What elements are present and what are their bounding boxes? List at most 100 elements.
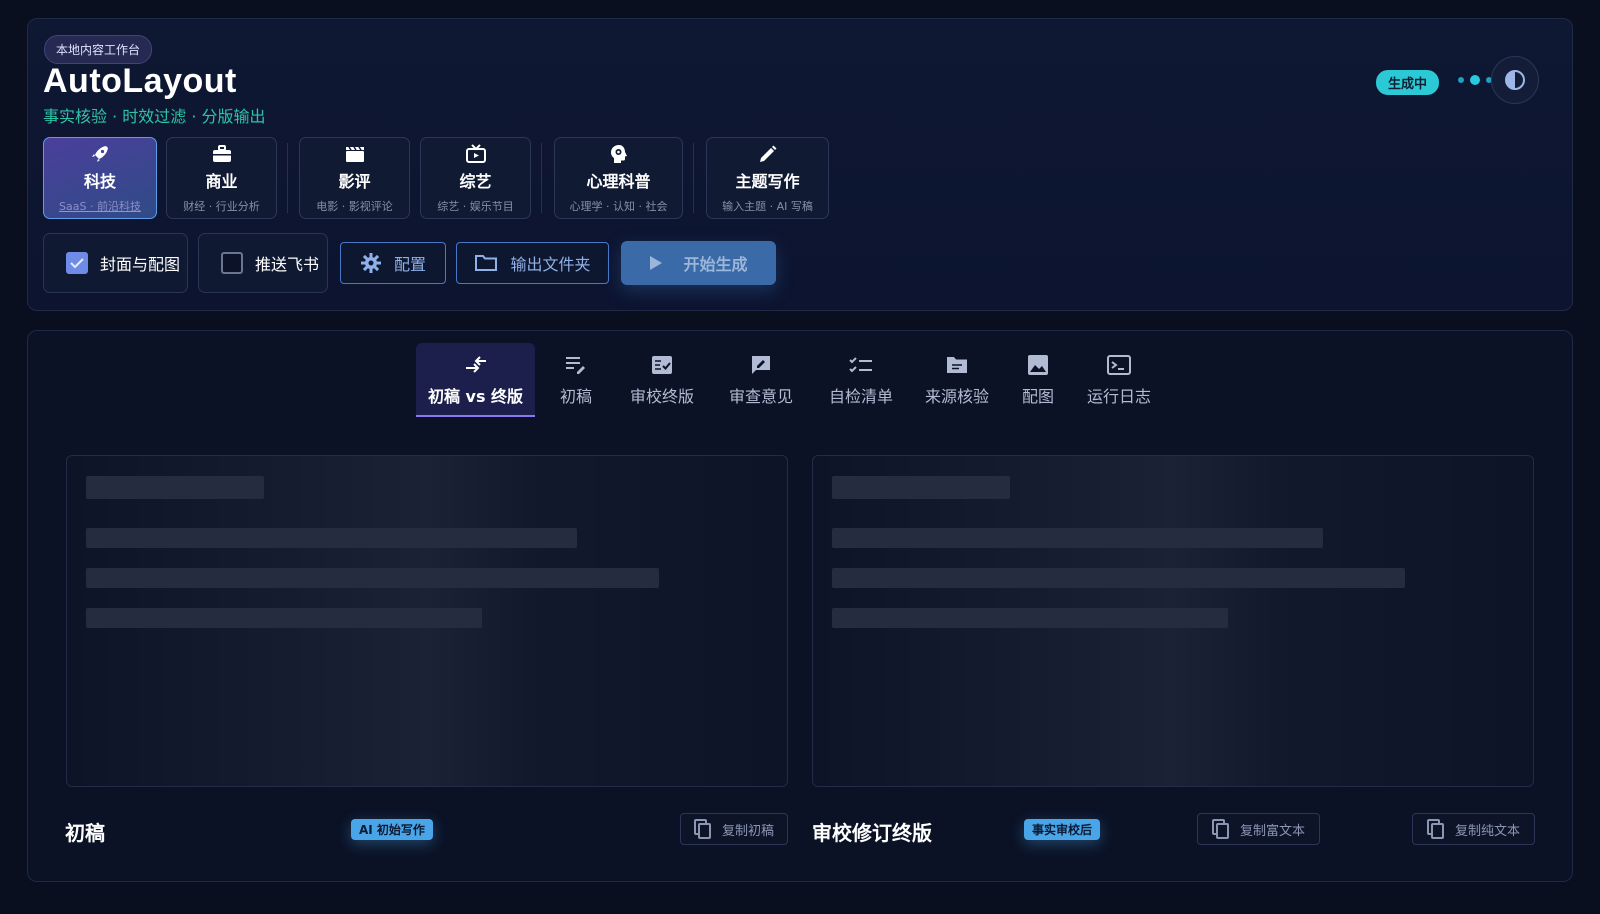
copy-label: 复制富文本 [1239, 823, 1305, 839]
skeleton-line [832, 608, 1228, 628]
control-panel: 本地内容工作台 AutoLayout 事实核验 · 时效过滤 · 分版输出 生成… [27, 18, 1573, 311]
folder-icon [945, 353, 969, 377]
content-panel: 初稿 vs 终版 初稿 审校终版 审查意见 自检清单 来源核验 配图 运行日志 … [27, 330, 1573, 882]
start-label: 开始生成 [683, 255, 748, 274]
tab-source-verify[interactable]: 来源核验 [912, 343, 1002, 417]
final-title: 审校修订终版 [812, 821, 932, 845]
app-title: AutoLayout [43, 62, 237, 100]
category-film[interactable]: 影评 电影 · 影视评论 [299, 137, 410, 219]
config-button[interactable]: 配置 [340, 242, 446, 284]
draft-title: 初稿 [65, 821, 105, 845]
category-name: 科技 [83, 171, 116, 191]
gear-icon [360, 253, 381, 273]
divider [693, 143, 694, 213]
category-desc: SaaS · 前沿科技 [59, 199, 141, 213]
tab-label: 审查意见 [728, 387, 793, 406]
tab-self-check[interactable]: 自检清单 [816, 343, 906, 417]
config-label: 配置 [393, 255, 426, 274]
category-topic-writing[interactable]: 主题写作 输入主题 · AI 写稿 [706, 137, 829, 219]
tab-run-log[interactable]: 运行日志 [1076, 343, 1162, 417]
final-preview-loading [812, 455, 1534, 787]
category-desc: 心理学 · 认知 · 社会 [569, 199, 668, 213]
start-generate-button[interactable]: 开始生成 [621, 241, 776, 285]
output-folder-button[interactable]: 输出文件夹 [456, 242, 609, 284]
app-subtitle: 事实核验 · 时效过滤 · 分版输出 [43, 107, 266, 126]
category-desc: 财经 · 行业分析 [183, 199, 260, 213]
tab-images[interactable]: 配图 [1008, 343, 1068, 417]
copy-draft-button[interactable]: 复制初稿 [680, 813, 788, 845]
copy-rich-text-button[interactable]: 复制富文本 [1197, 813, 1320, 845]
copy-plain-text-button[interactable]: 复制纯文本 [1412, 813, 1535, 845]
skeleton-line [86, 476, 264, 499]
output-folder-label: 输出文件夹 [510, 255, 591, 274]
comment-pen-icon [750, 353, 772, 377]
compare-arrows-icon [464, 353, 488, 377]
checkbox-unchecked[interactable] [221, 252, 243, 274]
tab-label: 初稿 vs 终版 [427, 387, 524, 406]
skeleton-line [86, 608, 482, 628]
clapperboard-icon [345, 143, 365, 165]
draft-preview-loading [66, 455, 788, 787]
checklist-icon [849, 353, 873, 377]
tab-label: 初稿 [559, 387, 592, 406]
cover-images-checkbox[interactable]: 封面与配图 [43, 233, 188, 293]
folder-icon [475, 255, 498, 271]
skeleton-line [832, 528, 1323, 548]
checkbox-checked[interactable] [66, 252, 88, 274]
tab-label: 运行日志 [1086, 387, 1151, 406]
image-icon [1027, 353, 1049, 377]
tv-icon [465, 143, 487, 165]
skeleton-line [86, 568, 659, 588]
category-desc: 综艺 · 娱乐节目 [437, 199, 514, 213]
tab-review-comments[interactable]: 审查意见 [713, 343, 809, 417]
copy-label: 复制纯文本 [1454, 823, 1520, 839]
category-name: 影评 [338, 171, 371, 191]
copy-icon [1426, 819, 1444, 839]
category-name: 综艺 [459, 171, 492, 191]
loading-dot [1470, 75, 1480, 85]
skeleton-line [86, 528, 577, 548]
category-psychology[interactable]: 心理科普 心理学 · 认知 · 社会 [554, 137, 683, 219]
loading-dots [1458, 75, 1492, 85]
copy-label: 复制初稿 [721, 823, 774, 839]
checkbox-label: 推送飞书 [255, 255, 320, 274]
play-icon [650, 256, 663, 270]
rocket-icon [90, 143, 110, 165]
category-business[interactable]: 商业 财经 · 行业分析 [166, 137, 277, 219]
checked-doc-icon [651, 353, 673, 377]
status-badge: 生成中 [1376, 70, 1440, 95]
checkbox-label: 封面与配图 [100, 255, 181, 274]
theme-toggle-button[interactable] [1491, 56, 1539, 104]
feishu-push-checkbox[interactable]: 推送飞书 [198, 233, 328, 293]
contrast-icon [1505, 70, 1525, 90]
draft-edit-icon [565, 353, 587, 377]
skeleton-line [832, 568, 1405, 588]
workspace-badge: 本地内容工作台 [44, 35, 153, 64]
skeleton-line [832, 476, 1010, 499]
copy-icon [1211, 819, 1229, 839]
category-name: 商业 [205, 171, 238, 191]
category-name: 主题写作 [735, 171, 800, 191]
draft-tag: AI 初始写作 [351, 819, 433, 840]
briefcase-icon [212, 143, 232, 165]
pencil-icon [758, 143, 778, 165]
category-tech[interactable]: 科技 SaaS · 前沿科技 [43, 137, 157, 219]
category-desc: 电影 · 影视评论 [316, 199, 393, 213]
divider [287, 143, 288, 213]
category-desc: 输入主题 · AI 写稿 [722, 199, 813, 213]
tab-label: 自检清单 [828, 387, 893, 406]
loading-dot [1458, 77, 1464, 83]
tab-draft[interactable]: 初稿 [541, 343, 611, 417]
brain-head-icon [610, 143, 628, 165]
checkmark-icon [70, 258, 84, 269]
category-name: 心理科普 [586, 171, 651, 191]
tab-label: 审校终版 [629, 387, 694, 406]
divider [541, 143, 542, 213]
final-tag: 事实审校后 [1024, 819, 1101, 840]
tab-compare[interactable]: 初稿 vs 终版 [416, 343, 535, 417]
tab-final-review[interactable]: 审校终版 [619, 343, 705, 417]
tab-label: 来源核验 [924, 387, 989, 406]
tab-label: 配图 [1021, 387, 1054, 406]
category-variety[interactable]: 综艺 综艺 · 娱乐节目 [420, 137, 531, 219]
copy-icon [693, 819, 711, 839]
